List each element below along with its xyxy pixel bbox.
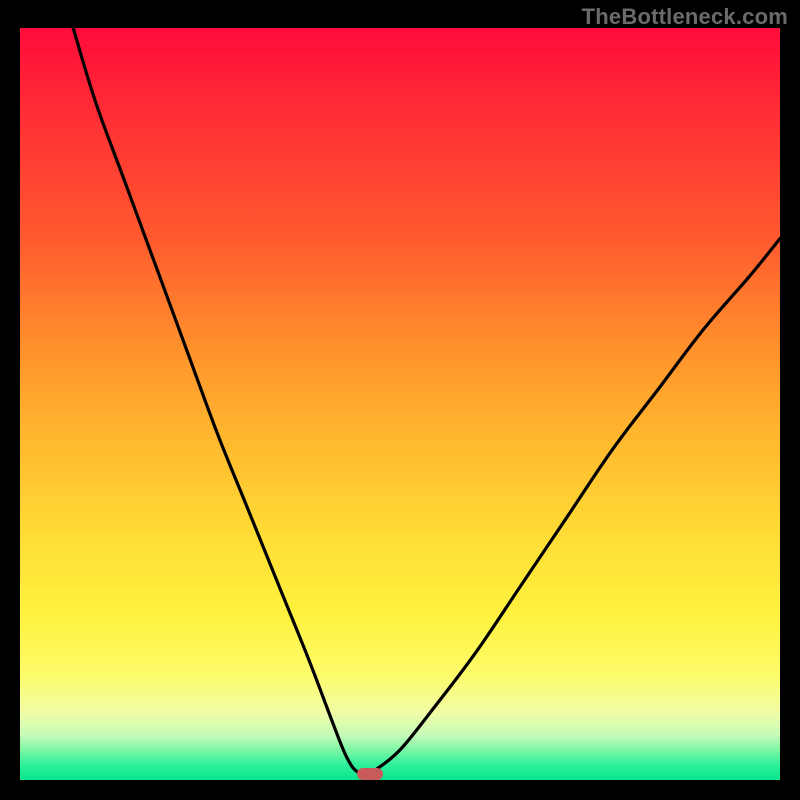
- min-marker: [357, 768, 383, 780]
- chart-frame: TheBottleneck.com: [0, 0, 800, 800]
- plot-area: [20, 28, 780, 780]
- bottleneck-curve-path: [73, 28, 780, 774]
- watermark-text: TheBottleneck.com: [582, 4, 788, 30]
- curve-svg: [20, 28, 780, 780]
